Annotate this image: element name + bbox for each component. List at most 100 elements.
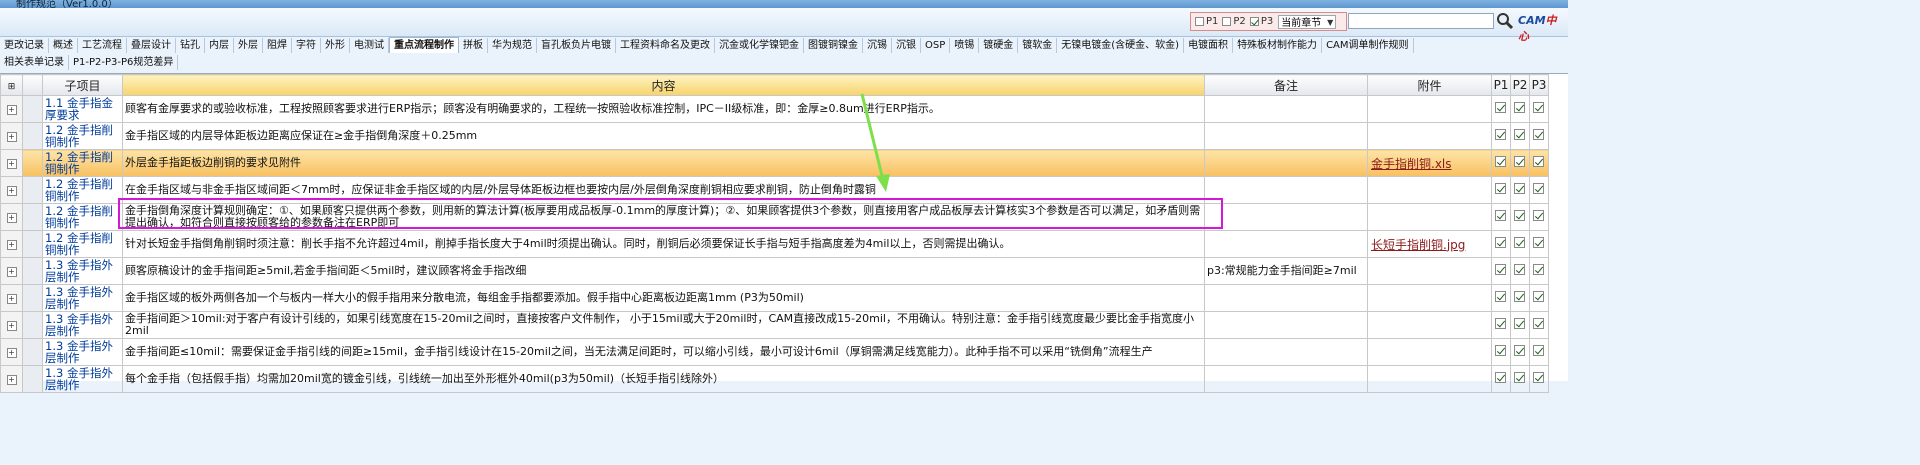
tab-12[interactable]: 拼板 — [459, 37, 488, 53]
p3-checkbox[interactable] — [1532, 291, 1544, 302]
select-header[interactable] — [22, 74, 43, 96]
expand-toggle[interactable]: + — [0, 338, 23, 366]
row-selector[interactable] — [22, 257, 43, 285]
p1-checkbox[interactable] — [1494, 237, 1506, 248]
table-row[interactable]: +1.3 金手指外层制作 每个金手指（包括假手指）均需加20mil宽的镀金引线，引… — [0, 365, 1549, 393]
p2-filter[interactable]: P2 — [1222, 16, 1246, 27]
tab-22[interactable]: 镀硬金 — [979, 37, 1019, 53]
expand-toggle[interactable]: + — [0, 203, 23, 231]
tab-1[interactable]: 概述 — [49, 37, 78, 53]
tab-20[interactable]: OSP — [921, 37, 951, 53]
tab-13[interactable]: 华为规范 — [488, 37, 537, 53]
tab-15[interactable]: 工程资料命名及更改 — [616, 37, 715, 53]
tab-row2-1[interactable]: P1-P2-P3-P6规范差异 — [69, 54, 179, 70]
p1-checkbox[interactable] — [1494, 372, 1506, 383]
tab-11[interactable]: 重点流程制作 — [389, 37, 459, 53]
expand-toggle[interactable]: + — [0, 95, 23, 123]
expand-toggle[interactable]: + — [0, 230, 23, 258]
table-row[interactable]: +1.3 金手指外层制作 金手指区域的板外两侧各加一个与板内一样大小的假手指用来分… — [0, 284, 1549, 312]
p3-checkbox[interactable] — [1532, 318, 1544, 329]
expand-toggle[interactable]: + — [0, 176, 23, 204]
col-attach-header[interactable]: 附件 — [1367, 74, 1492, 96]
p2-checkbox[interactable] — [1513, 291, 1525, 302]
expand-toggle[interactable]: + — [0, 122, 23, 150]
p1-checkbox[interactable] — [1195, 17, 1204, 26]
p3-checkbox[interactable] — [1532, 264, 1544, 275]
attachment-link[interactable]: 金手指削铜.xls — [1371, 157, 1452, 171]
p3-checkbox[interactable] — [1532, 183, 1544, 194]
table-row[interactable]: +1.2 金手指削铜制作 金手指区域的内层导体距板边距离应保证在≥金手指倒角深度＋… — [0, 122, 1549, 150]
p2-checkbox[interactable] — [1513, 237, 1525, 248]
tab-2[interactable]: 工艺流程 — [78, 37, 127, 53]
p3-checkbox[interactable] — [1532, 345, 1544, 356]
tab-24[interactable]: 无镍电镀金(含硬金、软金) — [1057, 37, 1185, 53]
table-row[interactable]: +1.3 金手指外层制作 金手指间距≤10mil：需要保证金手指引线的间距≥15m… — [0, 338, 1549, 366]
p2-checkbox[interactable] — [1513, 264, 1525, 275]
table-row[interactable]: +1.2 金手指削铜制作 外层金手指距板边削铜的要求见附件 金手指削铜.xls — [0, 149, 1549, 177]
table-row[interactable]: +1.2 金手指削铜制作 金手指倒角深度计算规则确定：①、如果顾客只提供两个参数，… — [0, 203, 1549, 231]
p3-checkbox[interactable] — [1532, 372, 1544, 383]
p3-checkbox[interactable] — [1249, 17, 1259, 26]
table-row[interactable]: +1.1 金手指金厚要求 顾客有金厚要求的或验收标准，工程按照顾客要求进行ERP指… — [0, 95, 1549, 123]
tab-10[interactable]: 电测试 — [350, 37, 389, 53]
row-selector[interactable] — [22, 230, 43, 258]
p3-checkbox[interactable] — [1532, 102, 1544, 113]
tab-6[interactable]: 外层 — [234, 37, 263, 53]
tab-25[interactable]: 电镀面积 — [1184, 37, 1234, 53]
p3-checkbox[interactable] — [1532, 237, 1544, 248]
p2-checkbox[interactable] — [1513, 183, 1525, 194]
col-item-header[interactable]: 子项目 — [42, 74, 123, 96]
scope-select[interactable]: 当前章节 ▼ — [1278, 14, 1337, 29]
p1-checkbox[interactable] — [1494, 183, 1506, 194]
p1-checkbox[interactable] — [1494, 264, 1506, 275]
tab-17[interactable]: 图镀铜镍金 — [804, 37, 863, 53]
p3-checkbox[interactable] — [1532, 129, 1544, 140]
expand-toggle[interactable]: + — [0, 311, 23, 339]
p1-filter[interactable]: P1 — [1195, 16, 1218, 27]
row-selector[interactable] — [22, 338, 43, 366]
p1-checkbox[interactable] — [1494, 210, 1506, 221]
table-row[interactable]: +1.2 金手指削铜制作 针对长短金手指倒角削铜时须注意：削长手指不允许超过4mi… — [0, 230, 1549, 258]
p2-checkbox[interactable] — [1513, 318, 1525, 329]
table-row[interactable]: +1.2 金手指削铜制作 在金手指区域与非金手指区域间距＜7mm时，应保证非金手指… — [0, 176, 1549, 204]
tab-4[interactable]: 钻孔 — [176, 37, 205, 53]
p1-checkbox[interactable] — [1494, 318, 1506, 329]
row-selector[interactable] — [22, 203, 43, 231]
p3-filter[interactable]: P3 — [1249, 16, 1273, 27]
attachment-link[interactable]: 长短手指削铜.jpg — [1371, 238, 1465, 252]
row-selector[interactable] — [22, 365, 43, 393]
search-input[interactable] — [1348, 13, 1494, 29]
tab-26[interactable]: 特殊板材制作能力 — [1233, 37, 1323, 53]
table-row[interactable]: +1.3 金手指外层制作 金手指间距＞10mil:对于客户有设计引线的，如果引线宽… — [0, 311, 1549, 339]
tab-18[interactable]: 沉锡 — [863, 37, 892, 53]
p2-checkbox[interactable] — [1513, 210, 1525, 221]
p2-checkbox[interactable] — [1513, 345, 1525, 356]
search-icon[interactable] — [1496, 12, 1514, 30]
tab-9[interactable]: 外形 — [321, 37, 350, 53]
p2-checkbox[interactable] — [1222, 17, 1232, 26]
row-selector[interactable] — [22, 176, 43, 204]
tab-27[interactable]: CAM调单制作规则 — [1322, 37, 1414, 53]
tab-3[interactable]: 叠层设计 — [127, 37, 176, 53]
tab-8[interactable]: 字符 — [292, 37, 321, 53]
p1-checkbox[interactable] — [1494, 291, 1506, 302]
expand-all-header[interactable]: ⊞ — [0, 74, 23, 96]
col-content-header[interactable]: 内容 — [122, 74, 1205, 96]
tab-5[interactable]: 内层 — [205, 37, 234, 53]
tab-16[interactable]: 沉金或化学镍钯金 — [715, 37, 804, 53]
tab-0[interactable]: 更改记录 — [0, 37, 49, 53]
p3-checkbox[interactable] — [1532, 210, 1544, 221]
expand-toggle[interactable]: + — [0, 284, 23, 312]
tab-row2-0[interactable]: 相关表单记录 — [0, 54, 69, 70]
p2-checkbox[interactable] — [1513, 156, 1525, 167]
p1-checkbox[interactable] — [1494, 102, 1506, 113]
p1-checkbox[interactable] — [1494, 345, 1506, 356]
table-row[interactable]: +1.3 金手指外层制作 顾客原稿设计的金手指间距≥5mil,若金手指间距＜5mi… — [0, 257, 1549, 285]
row-selector[interactable] — [22, 95, 43, 123]
expand-toggle[interactable]: + — [0, 257, 23, 285]
p1-checkbox[interactable] — [1494, 156, 1506, 167]
p2-checkbox[interactable] — [1513, 102, 1525, 113]
p1-checkbox[interactable] — [1494, 129, 1506, 140]
tab-7[interactable]: 阻焊 — [263, 37, 292, 53]
expand-toggle[interactable]: + — [0, 365, 23, 393]
